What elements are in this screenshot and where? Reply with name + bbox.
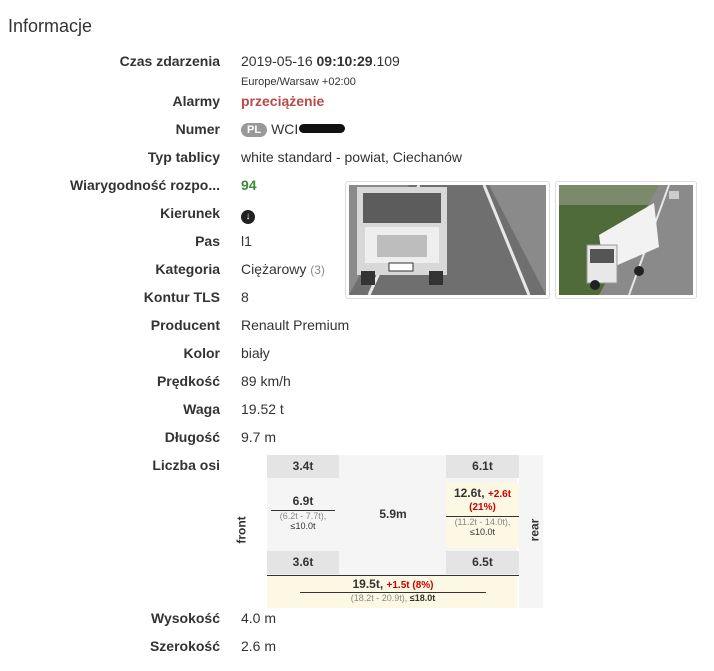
row-length: Długość 9.7 m: [0, 429, 714, 449]
direction-value: ↓: [241, 205, 255, 224]
speed-value: 89 km/h: [241, 373, 291, 389]
wheelbase: 5.9m: [379, 507, 407, 521]
plate-type-value: white standard - powiat, Ciechanów: [241, 149, 463, 165]
color-label: Kolor: [183, 345, 220, 361]
front-photo-thumbnail[interactable]: [345, 181, 550, 299]
lane-value: l1: [241, 233, 252, 249]
rear-axle-value: 12.6t,: [453, 486, 485, 500]
total-load-range-line: (18.2t - 20.9t), ≤18.0t: [300, 593, 486, 603]
total-load: 19.5t, +1.5t (8%) (18.2t - 20.9t), ≤18.0…: [300, 577, 486, 607]
front-right-wheel-load: 3.6t: [267, 551, 339, 574]
row-color: Kolor biały: [0, 345, 714, 365]
rear-axle-value-line: 12.6t, +2.6t: [446, 486, 519, 500]
row-weight: Waga 19.52 t: [0, 401, 714, 421]
tls-label: Kontur TLS: [143, 289, 220, 305]
front-axle-load: 6.9t (6.2t - 7.7t), ≤10.0t: [267, 490, 339, 538]
row-alarms: Alarmy przeciążenie: [0, 93, 714, 113]
rear-label: rear: [527, 518, 542, 542]
front-axle-range-text: (6.2t - 7.7t),: [279, 511, 327, 521]
event-time-label: Czas zdarzenia: [119, 53, 220, 69]
front-axle-limit: ≤10.0t: [290, 521, 316, 531]
row-producer: Producent Renault Premium: [0, 317, 714, 337]
producer-label: Producent: [150, 317, 220, 333]
number-value: PL WCI: [241, 121, 346, 137]
total-load-value: 19.5t,: [352, 577, 384, 591]
row-plate-type: Typ tablicy white standard - powiat, Cie…: [0, 149, 714, 169]
rear-axle-range: (11.2t - 14.0t),: [454, 517, 511, 527]
number-label: Numer: [175, 121, 220, 137]
event-time-bold: 09:10:29: [316, 53, 373, 69]
length-value: 9.7 m: [241, 429, 277, 445]
producer-value: Renault Premium: [241, 317, 350, 333]
category-code: (3): [310, 263, 325, 277]
event-date: 2019-05-16: [241, 53, 313, 69]
confidence-label: Wiarygodność rozpo...: [70, 177, 220, 193]
plate-type-label: Typ tablicy: [147, 149, 220, 165]
side-truck-image: [559, 185, 693, 295]
row-height: Wysokość 4.0 m: [0, 610, 714, 630]
confidence-value: 94: [241, 177, 257, 193]
direction-label: Kierunek: [160, 205, 220, 221]
row-speed: Prędkość 89 km/h: [0, 373, 714, 393]
height-label: Wysokość: [151, 610, 220, 626]
row-event-time: Czas zdarzenia 2019-05-16 09:10:29.109: [0, 53, 714, 73]
rear-axle-over-pct: (21%): [469, 502, 496, 513]
rear-axle-limit: ≤10.0t: [470, 527, 495, 537]
rear-axle-over: +2.6t: [487, 489, 512, 500]
front-axle-value: 6.9t: [292, 494, 314, 508]
front-label: front: [234, 516, 249, 544]
rear-axle-load: 12.6t, +2.6t (21%) (11.2t - 14.0t), ≤10.…: [446, 482, 519, 548]
axles-label: Liczba osi: [152, 457, 220, 473]
country-badge: PL: [241, 123, 268, 137]
front-left-wheel-load: 3.4t: [267, 455, 339, 478]
front-truck-image: [349, 185, 546, 295]
category-name: Ciężarowy: [241, 261, 307, 277]
plate-redaction: [299, 124, 346, 133]
event-time-value: 2019-05-16 09:10:29.109: [241, 53, 400, 69]
side-photo-thumbnail[interactable]: [555, 181, 697, 299]
alarms-label: Alarmy: [172, 93, 220, 109]
event-timezone: Europe/Warsaw +02:00: [241, 76, 356, 88]
category-value: Ciężarowy (3): [241, 261, 325, 277]
alarms-value: przeciążenie: [241, 93, 325, 109]
front-axle-range: (6.2t - 7.7t),: [267, 511, 339, 521]
speed-label: Prędkość: [156, 373, 220, 389]
row-width: Szerokość 2.6 m: [0, 638, 714, 658]
row-number: Numer PL WCI: [0, 121, 714, 141]
total-divider: [267, 575, 519, 576]
width-label: Szerokość: [149, 638, 220, 654]
plate-prefix: WCI: [271, 121, 299, 137]
rear-left-wheel-load: 6.1t: [446, 455, 519, 478]
rear-right-wheel-load: 6.5t: [446, 551, 519, 574]
event-time-ms: .109: [372, 53, 400, 69]
total-load-line: 19.5t, +1.5t (8%): [300, 577, 486, 591]
width-value: 2.6 m: [241, 638, 277, 654]
weight-label: Waga: [183, 401, 220, 417]
total-load-over: +1.5t (8%): [386, 580, 434, 591]
axle-diagram: front rear 3.4t 6.1t 6.9t (6.2t - 7.7t),…: [235, 455, 543, 608]
color-value: biały: [241, 345, 270, 361]
length-label: Długość: [164, 429, 220, 445]
section-title: Informacje: [8, 16, 93, 36]
height-value: 4.0 m: [241, 610, 277, 626]
total-load-limit: ≤18.0t: [409, 593, 436, 603]
weight-value: 19.52 t: [241, 401, 284, 417]
tls-value: 8: [241, 289, 249, 305]
lane-label: Pas: [195, 233, 220, 249]
category-label: Kategoria: [155, 261, 220, 277]
arrow-down-circle-icon: ↓: [241, 210, 255, 224]
total-load-range: (18.2t - 20.9t),: [350, 593, 408, 603]
